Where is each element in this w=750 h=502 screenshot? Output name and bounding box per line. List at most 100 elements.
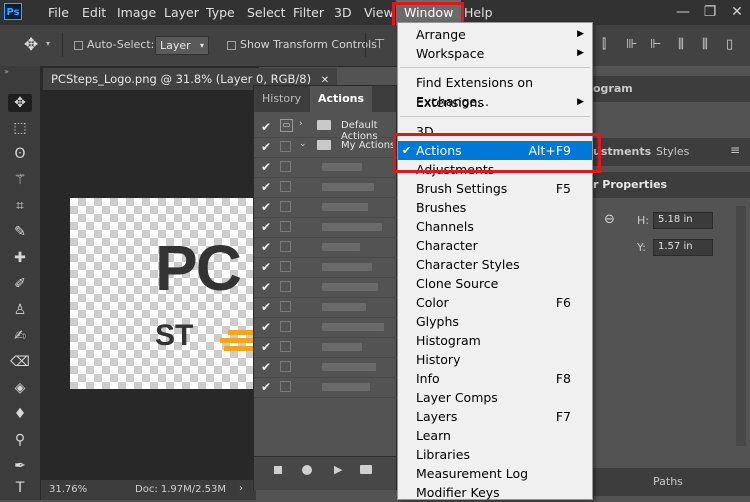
toggle-check-icon[interactable]: ✔	[259, 139, 273, 155]
stamp-tool-icon[interactable]: ♙	[8, 301, 32, 319]
menu-item-character-styles[interactable]: Character Styles	[398, 255, 592, 274]
action-row[interactable]: ✔	[254, 297, 398, 318]
dodge-tool-icon[interactable]: ⚲	[8, 431, 32, 449]
blur-tool-icon[interactable]: ♦	[8, 405, 32, 423]
minimize-button[interactable]: —	[670, 0, 696, 25]
toggle-check-icon[interactable]: ✔	[259, 239, 273, 255]
distribute-icon[interactable]: ⊩	[650, 37, 661, 52]
scrollbar[interactable]	[736, 206, 746, 446]
healing-brush-tool-icon[interactable]: ✚	[8, 249, 32, 267]
layer-select[interactable]: Layer ▾	[155, 36, 209, 55]
lasso-tool-icon[interactable]: ʘ	[8, 145, 32, 163]
menu-item-histogram[interactable]: Histogram	[398, 331, 592, 350]
zoom-level[interactable]: 31.76%	[49, 484, 87, 495]
menu-item-history[interactable]: History	[398, 350, 592, 369]
distribute-icon[interactable]: ⫿	[602, 37, 606, 52]
menu-type[interactable]: Type	[206, 0, 235, 25]
dialog-toggle-icon[interactable]	[280, 321, 291, 332]
toggle-check-icon[interactable]: ✔	[259, 199, 273, 215]
distribute-horizontal-icon[interactable]: ⫼	[702, 37, 708, 52]
new-set-folder-icon[interactable]	[360, 465, 372, 474]
dialog-toggle-icon[interactable]	[280, 261, 291, 272]
dialog-toggle-icon[interactable]	[280, 161, 291, 172]
menu-item-glyphs[interactable]: Glyphs	[398, 312, 592, 331]
menu-item-modifier-keys[interactable]: Modifier Keys	[398, 483, 592, 502]
dialog-toggle-icon[interactable]	[280, 221, 291, 232]
toggle-check-icon[interactable]: ✔	[259, 339, 273, 355]
status-menu-arrow-icon[interactable]: ›	[239, 483, 243, 494]
document-canvas[interactable]: PC ST	[70, 198, 260, 389]
menu-item-info[interactable]: Info F8	[398, 369, 592, 388]
auto-align-icon[interactable]: ▯	[726, 37, 733, 52]
type-tool-icon[interactable]: T	[8, 479, 32, 497]
dialog-toggle-icon[interactable]: ▭	[280, 119, 293, 132]
menu-item-channels[interactable]: Channels	[398, 217, 592, 236]
tab-actions[interactable]: Actions	[310, 86, 372, 112]
show-transform-checkbox[interactable]	[227, 41, 236, 50]
distribute-horizontal-icon[interactable]: ⫼	[678, 37, 684, 52]
tab-histogram[interactable]: ogram	[593, 82, 633, 95]
menu-3d[interactable]: 3D	[334, 0, 352, 25]
dialog-toggle-icon[interactable]	[280, 361, 291, 372]
panel-menu-icon[interactable]: ≡	[730, 143, 740, 157]
pen-tool-icon[interactable]: ✒	[8, 457, 32, 475]
action-row[interactable]: ✔	[254, 177, 398, 198]
menu-filter[interactable]: Filter	[293, 0, 324, 25]
marquee-tool-icon[interactable]: ⬚	[8, 119, 32, 137]
menu-view[interactable]: View	[364, 0, 394, 25]
menu-image[interactable]: Image	[117, 0, 156, 25]
action-row[interactable]: ✔	[254, 277, 398, 298]
record-icon[interactable]	[302, 465, 312, 475]
link-icon[interactable]: ⊖	[604, 212, 615, 227]
eraser-tool-icon[interactable]: ⌫	[8, 353, 32, 371]
tab-history[interactable]: History	[254, 86, 309, 112]
tab-styles[interactable]: Styles	[656, 145, 689, 158]
menu-item-layer-comps[interactable]: Layer Comps	[398, 388, 592, 407]
menu-item-brushes[interactable]: Brushes	[398, 198, 592, 217]
close-window-button[interactable]: ✕	[724, 0, 750, 25]
menu-item-find-extensions[interactable]: Find Extensions on Exchange...	[398, 73, 592, 109]
play-icon[interactable]: ▶	[334, 463, 342, 476]
height-field[interactable]: 5.18 in	[653, 212, 713, 229]
eyedropper-tool-icon[interactable]: ✎	[8, 223, 32, 241]
menu-file[interactable]: File	[48, 0, 69, 25]
brush-tool-icon[interactable]: ✐	[8, 275, 32, 293]
action-row[interactable]: ✔	[254, 157, 398, 178]
dialog-toggle-icon[interactable]	[280, 141, 291, 152]
action-row[interactable]: ✔	[254, 197, 398, 218]
distribute-icon[interactable]: ⊪	[626, 37, 637, 52]
toggle-check-icon[interactable]: ✔	[259, 119, 273, 135]
toggle-check-icon[interactable]: ✔	[259, 159, 273, 175]
menu-item-character[interactable]: Character	[398, 236, 592, 255]
menu-item-workspace[interactable]: Workspace ▶	[398, 44, 592, 63]
menu-item-learn[interactable]: Learn	[398, 426, 592, 445]
magic-wand-tool-icon[interactable]: ⚚	[8, 171, 32, 189]
toggle-check-icon[interactable]: ✔	[259, 299, 273, 315]
menu-item-layers[interactable]: Layers F7	[398, 407, 592, 426]
menu-item-clone-source[interactable]: Clone Source	[398, 274, 592, 293]
dialog-toggle-icon[interactable]	[280, 381, 291, 392]
crop-tool-icon[interactable]: ⌗	[8, 197, 32, 215]
restore-button[interactable]: ❐	[697, 0, 723, 25]
y-field[interactable]: 1.57 in	[653, 239, 713, 256]
menu-item-color[interactable]: Color F6	[398, 293, 592, 312]
menu-select[interactable]: Select	[247, 0, 286, 25]
history-brush-tool-icon[interactable]: ✍	[8, 327, 32, 345]
collapse-arrow-icon[interactable]: ⌄	[299, 139, 307, 149]
menu-item-extensions[interactable]: Extensions ▶	[398, 93, 592, 112]
expand-arrow-icon[interactable]: ›	[299, 119, 303, 129]
move-tool-icon[interactable]: ✥	[24, 35, 38, 55]
collapse-arrows-icon[interactable]: »	[4, 67, 9, 76]
menu-item-libraries[interactable]: Libraries	[398, 445, 592, 464]
action-row[interactable]: ✔	[254, 217, 398, 238]
action-row[interactable]: ✔	[254, 337, 398, 358]
toggle-check-icon[interactable]: ✔	[259, 279, 273, 295]
tab-adjustments[interactable]: ustments	[593, 145, 651, 158]
dialog-toggle-icon[interactable]	[280, 201, 291, 212]
dialog-toggle-icon[interactable]	[280, 241, 291, 252]
action-row[interactable]: ✔	[254, 377, 398, 398]
tool-preset-dropdown-icon[interactable]: ▾	[46, 39, 50, 48]
toggle-check-icon[interactable]: ✔	[259, 219, 273, 235]
action-row[interactable]: ✔	[254, 317, 398, 338]
move-tool-icon[interactable]: ✥	[8, 94, 32, 112]
